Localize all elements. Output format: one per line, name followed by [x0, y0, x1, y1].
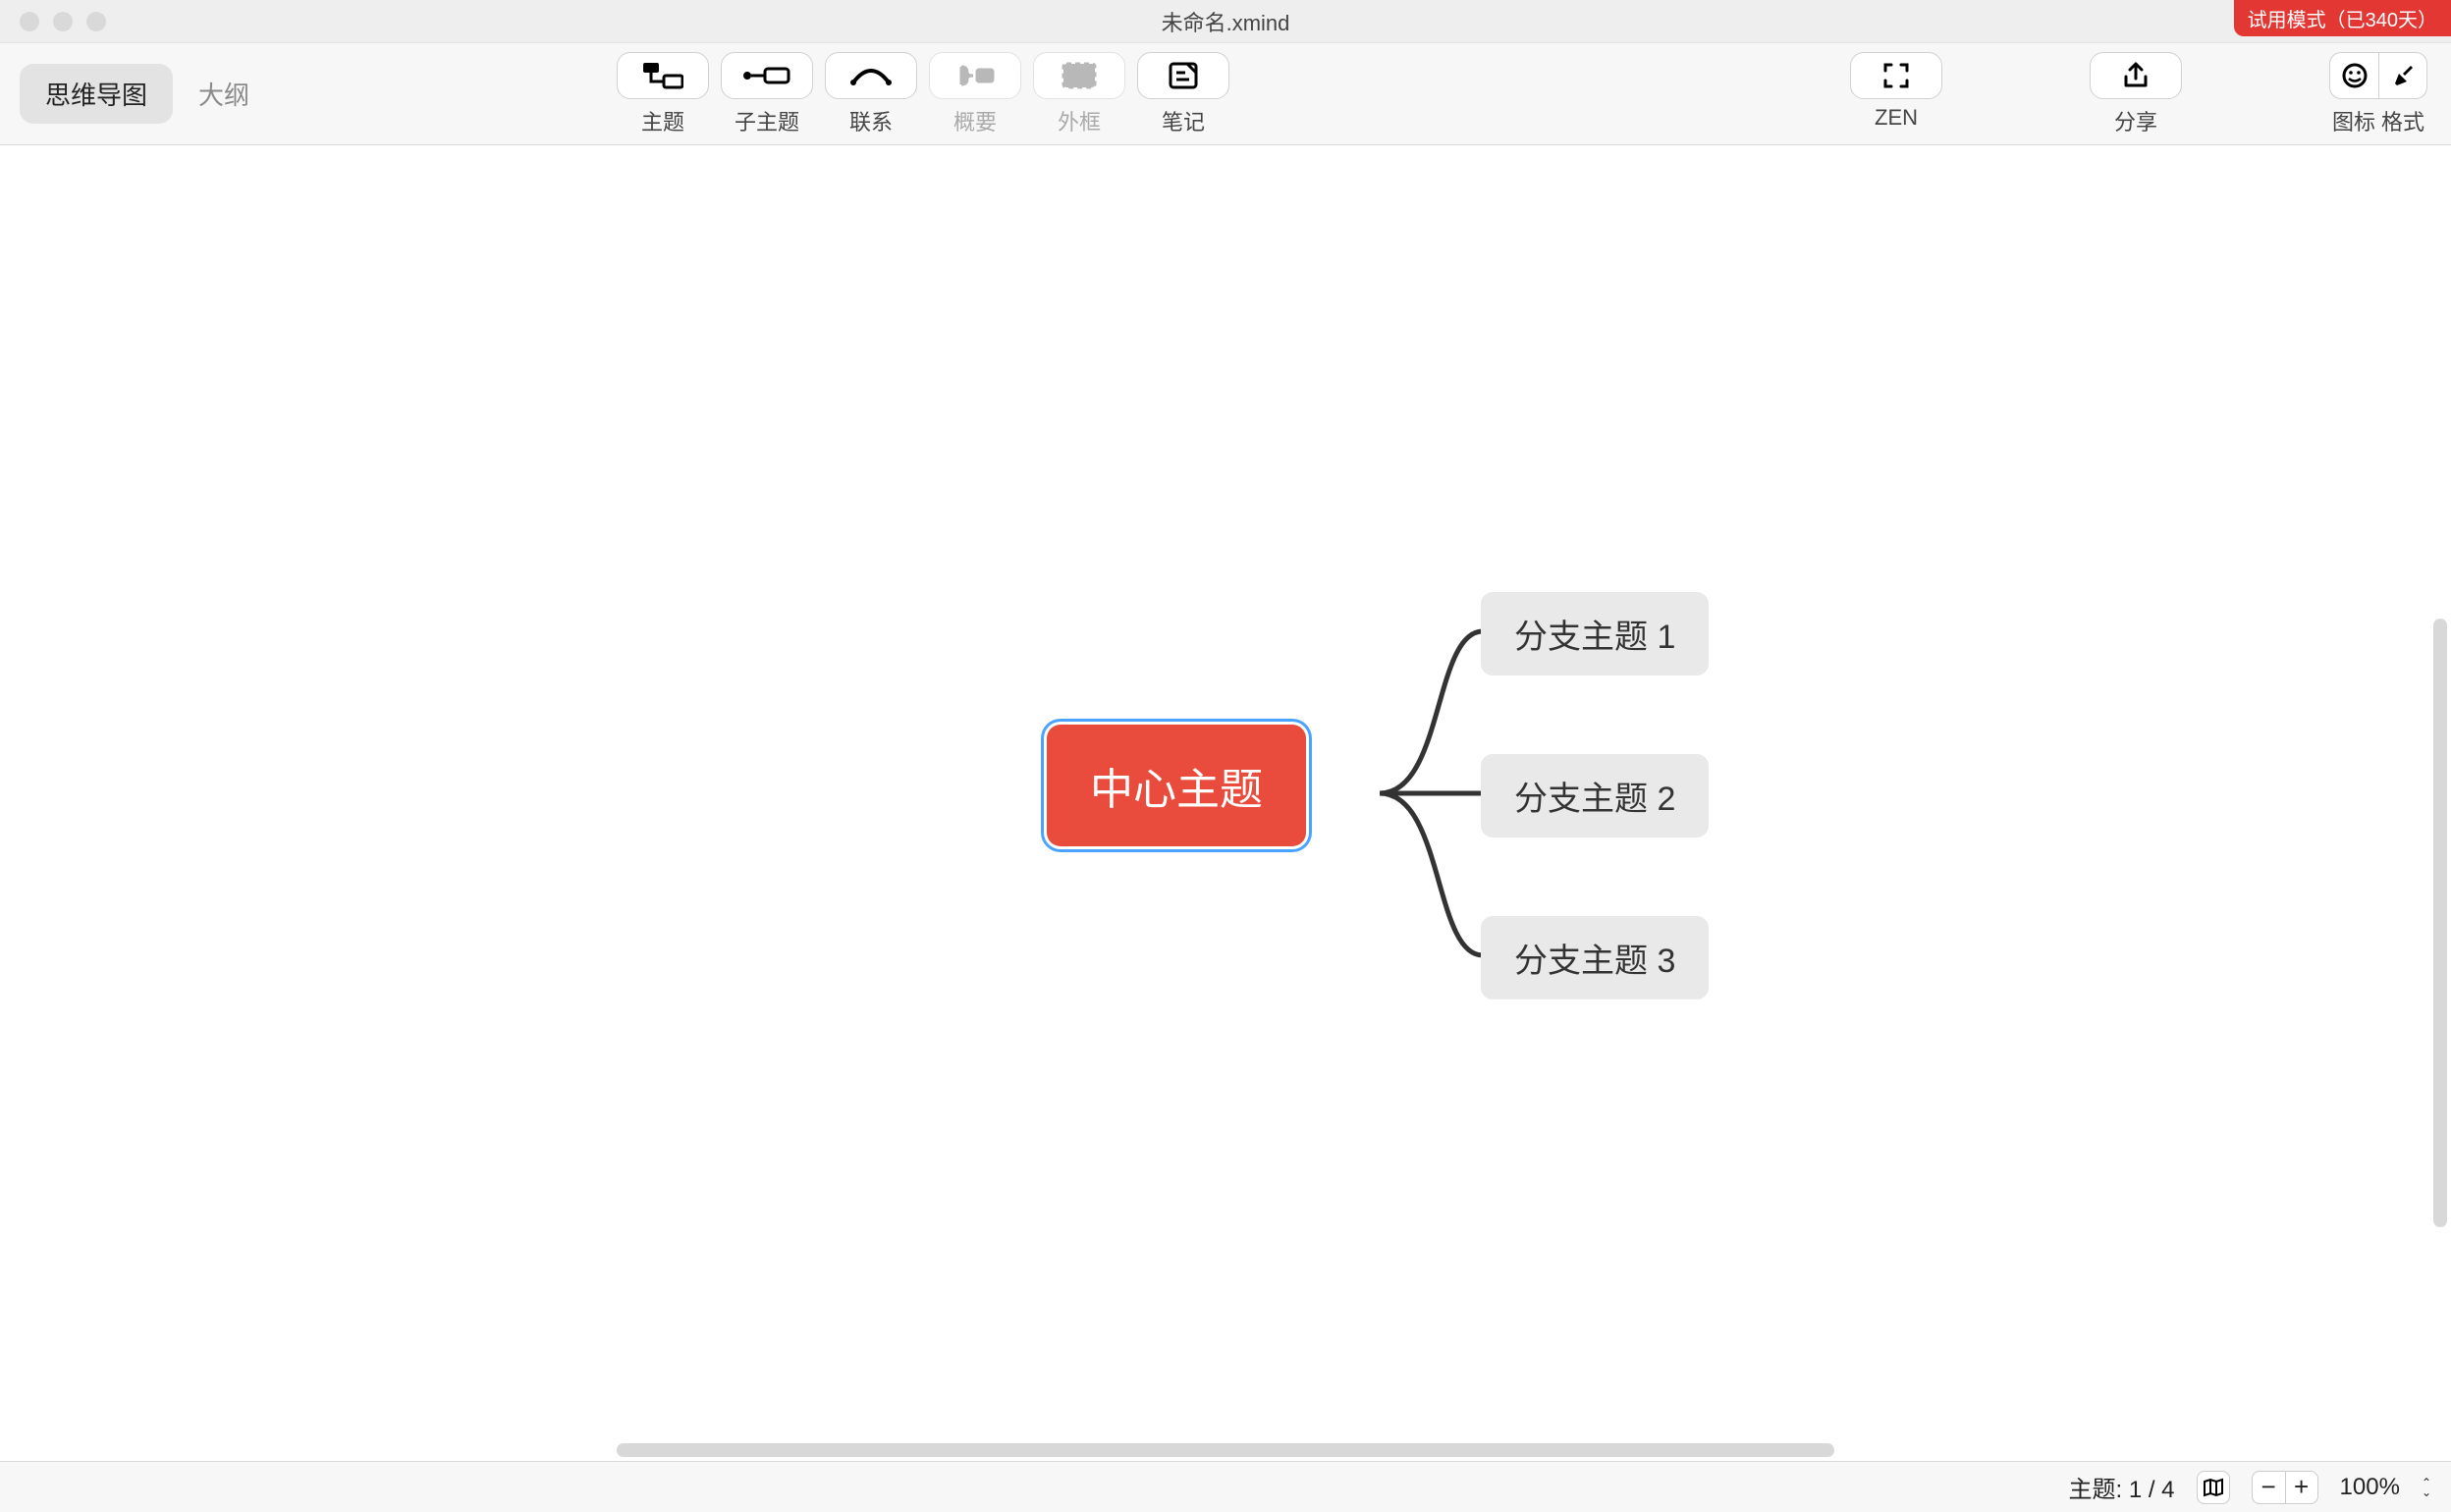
horizontal-scrollbar[interactable]: [617, 1443, 1834, 1457]
main-tool-group: 主题 子主题 联系 概要 外框: [617, 52, 1229, 136]
zen-button[interactable]: ZEN: [1850, 52, 1942, 136]
window-controls: [0, 12, 106, 31]
mindmap-view-tab[interactable]: 思维导图: [20, 64, 173, 124]
summary-icon: [929, 52, 1021, 99]
fullscreen-icon: [1850, 52, 1942, 99]
topic-icon: [617, 52, 709, 99]
right-tool-group: ZEN 分享 图标 格式: [1850, 52, 2427, 136]
topic-count-label: 主题: 1 / 4: [2069, 1470, 2175, 1504]
trial-mode-badge[interactable]: 试用模式（已340天）: [2234, 0, 2451, 36]
zoom-stepper[interactable]: ⌃ ⌄: [2422, 1479, 2431, 1496]
iconset-button[interactable]: 图标: [2329, 52, 2378, 136]
summary-button: 概要: [929, 52, 1021, 136]
zoom-in-button[interactable]: +: [2285, 1471, 2318, 1504]
smiley-icon: [2329, 52, 2378, 99]
canvas-area[interactable]: 中心主题 分支主题 1 分支主题 2 分支主题 3: [0, 145, 2451, 1461]
outline-view-tab[interactable]: 大纲: [173, 64, 275, 124]
note-icon: [1137, 52, 1229, 99]
note-button[interactable]: 笔记: [1137, 52, 1229, 136]
chevron-down-icon: ⌄: [2422, 1488, 2431, 1496]
format-label: 格式: [2381, 105, 2424, 136]
subtopic-label: 子主题: [735, 105, 799, 136]
zoom-out-button[interactable]: −: [2252, 1471, 2285, 1504]
map-overview-button[interactable]: [2197, 1471, 2230, 1504]
format-button[interactable]: 格式: [2378, 52, 2427, 136]
close-window-button[interactable]: [20, 12, 39, 31]
status-bar: 主题: 1 / 4 − + 100% ⌃ ⌄: [0, 1461, 2451, 1512]
share-icon: [2090, 52, 2182, 99]
subtopic-button[interactable]: 子主题: [721, 52, 813, 136]
boundary-icon: [1033, 52, 1125, 99]
title-bar: 未命名.xmind 试用模式（已340天）: [0, 0, 2451, 43]
view-mode-toggle: 思维导图 大纲: [20, 64, 275, 124]
branch-topic-node-2[interactable]: 分支主题 2: [1481, 754, 1709, 837]
share-button[interactable]: 分享: [2090, 52, 2182, 136]
brush-icon: [2378, 52, 2427, 99]
minimize-window-button[interactable]: [53, 12, 73, 31]
topic-button[interactable]: 主题: [617, 52, 709, 136]
boundary-label: 外框: [1058, 105, 1101, 136]
maximize-window-button[interactable]: [86, 12, 106, 31]
zen-label: ZEN: [1875, 105, 1918, 131]
map-icon: [2203, 1478, 2224, 1497]
relationship-icon: [825, 52, 917, 99]
central-topic-node[interactable]: 中心主题: [1047, 725, 1306, 846]
zoom-buttons: − +: [2252, 1471, 2318, 1504]
summary-label: 概要: [953, 105, 997, 136]
branch-topic-node-3[interactable]: 分支主题 3: [1481, 916, 1709, 999]
iconset-label: 图标: [2332, 105, 2375, 136]
zoom-level-label: 100%: [2340, 1474, 2400, 1501]
branch-topic-node-1[interactable]: 分支主题 1: [1481, 592, 1709, 675]
share-label: 分享: [2114, 105, 2157, 136]
relationship-button[interactable]: 联系: [825, 52, 917, 136]
subtopic-icon: [721, 52, 813, 99]
note-label: 笔记: [1162, 105, 1205, 136]
relationship-label: 联系: [849, 105, 893, 136]
topic-label: 主题: [641, 105, 684, 136]
vertical-scrollbar[interactable]: [2433, 619, 2447, 1227]
toolbar: 思维导图 大纲 主题 子主题 联系 概要: [0, 43, 2451, 145]
window-title: 未命名.xmind: [0, 6, 2451, 37]
boundary-button: 外框: [1033, 52, 1125, 136]
